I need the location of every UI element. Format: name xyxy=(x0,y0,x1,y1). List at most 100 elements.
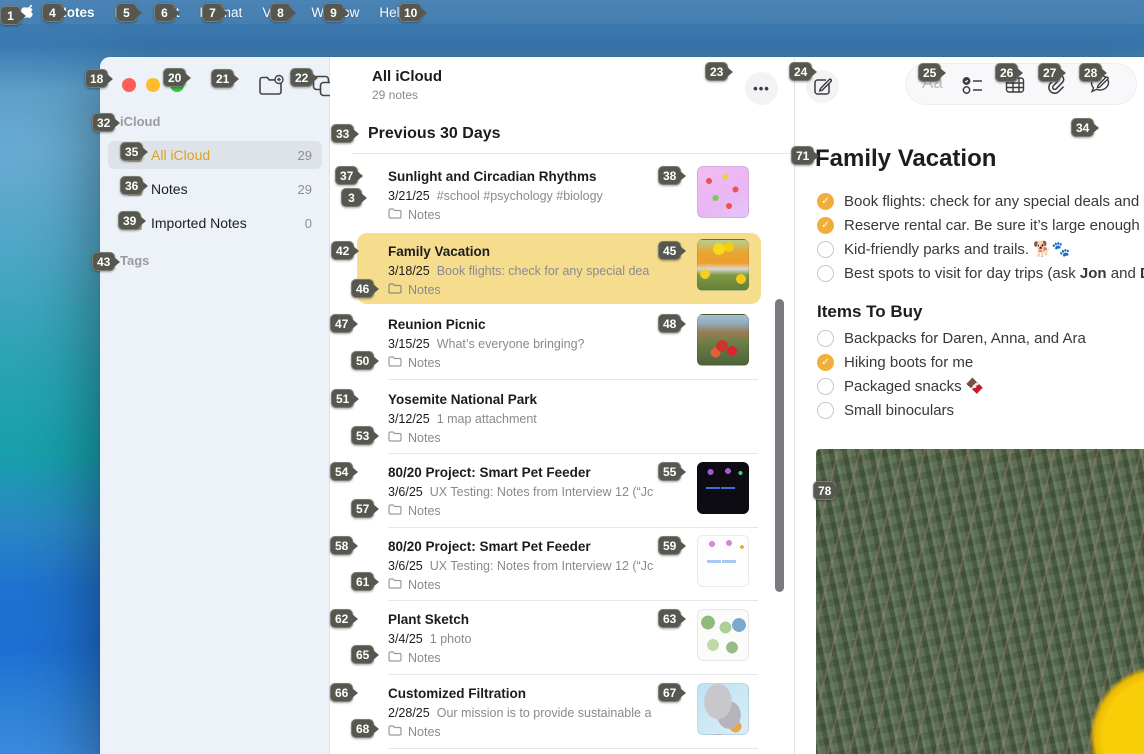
note-title: Family Vacation xyxy=(388,244,491,259)
som-badge-38: 38 xyxy=(658,166,682,185)
som-badge-36: 36 xyxy=(120,176,144,195)
note-thumbnail-coastal-picnic xyxy=(697,314,749,366)
som-badge-42: 42 xyxy=(331,241,355,260)
note-thumbnail-flowchart-dark xyxy=(697,462,749,514)
checklist-icon[interactable] xyxy=(962,76,984,100)
note-list-item[interactable]: Sunlight and Circadian Rhythms 3/21/25 #s… xyxy=(330,160,794,233)
note-folder-label: Notes xyxy=(408,725,441,739)
checklist-text: Hiking boots for me xyxy=(844,353,974,371)
som-badge-59: 59 xyxy=(658,536,682,555)
folder-icon xyxy=(388,725,402,739)
som-badge-63: 63 xyxy=(658,609,682,628)
som-badge-18: 18 xyxy=(85,69,109,88)
folder-icon xyxy=(388,283,402,297)
list-scrollbar[interactable] xyxy=(775,299,784,592)
note-title-heading[interactable]: Family Vacation xyxy=(815,145,996,173)
new-folder-button[interactable] xyxy=(258,74,285,102)
note-folder-label: Notes xyxy=(408,431,441,445)
som-badge-23: 23 xyxy=(705,62,729,81)
note-thumbnail-molecule xyxy=(697,166,749,218)
note-snippet: UX Testing: Notes from Interview 12 (“Jc xyxy=(429,485,654,499)
close-button[interactable] xyxy=(122,78,136,92)
som-badge-7: 7 xyxy=(202,3,223,22)
divider xyxy=(388,453,758,454)
checklist-item[interactable]: ✓ Reserve rental car. Be sure it’s large… xyxy=(817,215,1144,235)
checkbox-empty-icon[interactable] xyxy=(817,240,834,258)
checkbox-empty-icon[interactable] xyxy=(817,329,834,347)
note-title: Sunlight and Circadian Rhythms xyxy=(388,169,597,184)
note-list-item[interactable]: Yosemite National Park 3/12/25 1 map atta… xyxy=(330,383,794,456)
som-badge-22: 22 xyxy=(290,68,314,87)
note-list-item[interactable]: Plant Sketch 3/4/25 1 photo Notes xyxy=(330,603,794,676)
note-title: Reunion Picnic xyxy=(388,317,486,332)
sidebar-item-label: All iCloud xyxy=(151,147,211,163)
note-date: 3/4/25 xyxy=(388,632,423,646)
som-badge-28: 28 xyxy=(1079,63,1103,82)
checklist-item[interactable]: Small binoculars xyxy=(817,400,954,420)
som-badge-71: 71 xyxy=(791,146,815,165)
sidebar-section-tags[interactable]: Tags xyxy=(120,253,149,268)
note-list-item[interactable]: 80/20 Project: Smart Pet Feeder 3/6/25 UX… xyxy=(330,530,794,603)
note-thumbnail-picnic-lemons xyxy=(697,239,749,291)
checklist-text: Small binoculars xyxy=(844,401,955,419)
note-snippet: Book flights: check for any special dea xyxy=(436,264,650,278)
folder-icon xyxy=(388,431,402,445)
som-badge-61: 61 xyxy=(351,572,375,591)
checklist-item[interactable]: ✓ Hiking boots for me xyxy=(817,352,973,372)
note-snippet: What’s everyone bringing? xyxy=(436,337,585,351)
note-snippet: #school #psychology #biology xyxy=(436,189,603,203)
checklist-item[interactable]: Best spots to visit for day trips (ask J… xyxy=(817,263,1144,283)
note-title: Customized Filtration xyxy=(388,686,526,701)
folder-icon xyxy=(388,578,402,592)
sidebar-item-count: 29 xyxy=(297,181,312,197)
som-badge-8: 8 xyxy=(270,3,291,22)
note-snippet: Our mission is to provide sustainable a xyxy=(436,706,652,720)
checklist-item[interactable]: Packaged snacks 🍫 xyxy=(817,376,984,396)
note-date: 3/15/25 xyxy=(388,337,430,351)
note-snippet: 1 map attachment xyxy=(436,412,537,426)
som-badge-46: 46 xyxy=(351,279,375,298)
som-badge-6: 6 xyxy=(154,3,175,22)
folder-icon xyxy=(388,208,402,222)
sidebar-item-label: Imported Notes xyxy=(151,215,247,231)
notes-list-pane: All iCloud 29 notes ••• Previous 30 Days… xyxy=(330,57,794,754)
som-badge-47: 47 xyxy=(330,314,354,333)
ellipsis-icon: ••• xyxy=(753,81,770,96)
section-heading: Items To Buy xyxy=(817,302,923,321)
sidebar-item-label: Notes xyxy=(151,181,188,197)
note-thumbnail-filtration xyxy=(697,683,749,735)
checkbox-empty-icon[interactable] xyxy=(817,377,834,395)
folder-icon xyxy=(388,356,402,370)
checklist-text: Kid-friendly parks and trails. 🐕🐾 xyxy=(844,241,1071,258)
note-list-item[interactable]: Customized Filtration 2/28/25 Our mission… xyxy=(330,677,794,750)
checkbox-checked-icon[interactable]: ✓ xyxy=(817,192,834,210)
divider xyxy=(388,674,758,675)
checkbox-empty-icon[interactable] xyxy=(817,401,834,419)
som-badge-10: 10 xyxy=(399,3,423,22)
lemon-plant-photo[interactable] xyxy=(816,449,1144,754)
folder-icon xyxy=(388,504,402,518)
som-badge-43: 43 xyxy=(92,252,116,271)
note-folder-label: Notes xyxy=(408,283,441,297)
som-badge-9: 9 xyxy=(323,3,344,22)
note-list-item[interactable]: Reunion Picnic 3/15/25 What’s everyone br… xyxy=(330,308,794,381)
checklist-item[interactable]: ✓ Book flights: check for any special de… xyxy=(817,191,1144,211)
note-folder-label: Notes xyxy=(408,356,441,370)
note-list-item-selected[interactable]: Family Vacation 3/18/25 Book flights: che… xyxy=(330,235,794,308)
checkbox-checked-icon[interactable]: ✓ xyxy=(817,216,834,234)
note-folder-label: Notes xyxy=(408,578,441,592)
checklist-item[interactable]: Backpacks for Daren, Anna, and Ara xyxy=(817,328,1086,348)
note-editor-pane: Aa Family Vacation ✓ Book flights: check… xyxy=(795,57,1144,754)
note-date: 2/28/25 xyxy=(388,706,430,720)
checkbox-empty-icon[interactable] xyxy=(817,264,834,282)
divider xyxy=(388,379,758,380)
note-snippet: UX Testing: Notes from Interview 12 (“Jc xyxy=(429,559,654,573)
more-options-button[interactable]: ••• xyxy=(745,72,778,105)
divider xyxy=(388,600,758,601)
note-date: 3/12/25 xyxy=(388,412,430,426)
checkbox-checked-icon[interactable]: ✓ xyxy=(817,353,834,371)
checklist-item[interactable]: Kid-friendly parks and trails. 🐕🐾 xyxy=(817,239,1071,259)
minimize-button[interactable] xyxy=(146,78,160,92)
note-list-item[interactable]: 80/20 Project: Smart Pet Feeder 3/6/25 UX… xyxy=(330,456,794,529)
note-thumbnail-flowchart-light xyxy=(697,535,749,587)
